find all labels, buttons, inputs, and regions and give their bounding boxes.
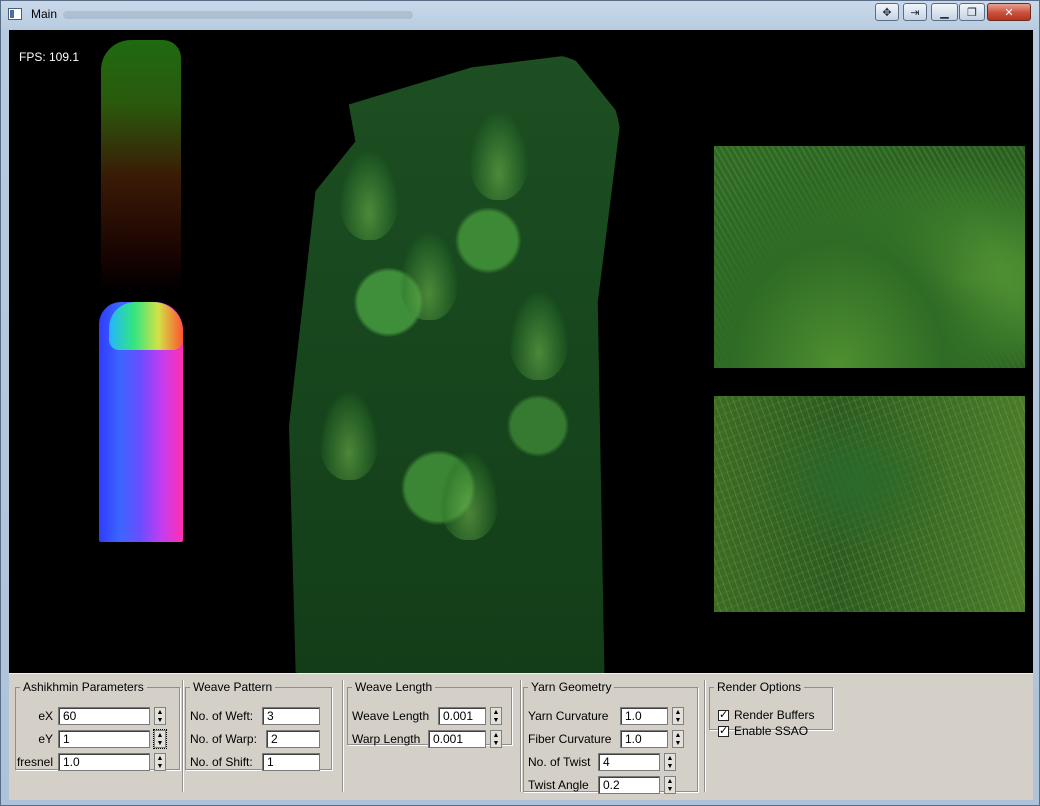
yarn-curvature-input[interactable]: 1.0 bbox=[620, 707, 668, 725]
spin-up-icon[interactable]: ▲ bbox=[492, 709, 500, 716]
fiber-curvature-spinner[interactable]: ▲ ▼ bbox=[672, 730, 684, 748]
maximize-button[interactable]: ❐ bbox=[959, 3, 985, 21]
panel-divider bbox=[342, 680, 343, 792]
render-buffers-label[interactable]: Render Buffers bbox=[734, 708, 815, 722]
ex-label: eX bbox=[38, 709, 53, 723]
spin-up-icon[interactable]: ▲ bbox=[492, 732, 500, 739]
ey-input[interactable]: 1 bbox=[58, 730, 150, 748]
ssao-checkbox-row[interactable]: Enable SSAO bbox=[718, 723, 808, 739]
clover-motif bbox=[469, 110, 529, 200]
warp-label: No. of Warp: bbox=[190, 732, 257, 746]
ex-spinner[interactable]: ▲ ▼ bbox=[154, 707, 166, 725]
main-window: Main ✥ ⇥ ▁ ❐ ✕ FPS: 109.1 Ashikhmin Para… bbox=[0, 0, 1040, 806]
minimize-button[interactable]: ▁ bbox=[931, 3, 958, 21]
spin-up-icon[interactable]: ▲ bbox=[156, 732, 164, 739]
weave-pattern-legend: Weave Pattern bbox=[193, 680, 273, 694]
weft-input[interactable]: 3 bbox=[262, 707, 320, 725]
spin-down-icon[interactable]: ▼ bbox=[674, 740, 682, 747]
ashikhmin-parameters-group: Ashikhmin Parameters eX 60 ▲ ▼ eY 1 ▲ ▼ … bbox=[15, 680, 180, 771]
weave-length-input[interactable]: 0.001 bbox=[438, 707, 486, 725]
app-window-icon[interactable] bbox=[8, 8, 22, 20]
twist-angle-spinner[interactable]: ▲ ▼ bbox=[664, 776, 676, 794]
yarn-geometry-group: Yarn Geometry Yarn Curvature 1.0 ▲ ▼ Fib… bbox=[523, 680, 698, 794]
shift-input[interactable]: 1 bbox=[262, 753, 320, 771]
ashikhmin-legend: Ashikhmin Parameters bbox=[23, 680, 144, 694]
twist-angle-label: Twist Angle bbox=[528, 778, 589, 792]
texture-zoom-preview-1 bbox=[714, 146, 1025, 368]
twist-angle-input[interactable]: 0.2 bbox=[598, 776, 660, 794]
spin-down-icon[interactable]: ▼ bbox=[492, 740, 500, 747]
weave-pattern-group: Weave Pattern No. of Weft: 3 No. of Warp… bbox=[185, 680, 332, 771]
close-icon: ✕ bbox=[1004, 6, 1014, 19]
ey-label: eY bbox=[38, 732, 53, 746]
weave-length-spinner[interactable]: ▲ ▼ bbox=[490, 707, 502, 725]
fiber-curvature-input[interactable]: 1.0 bbox=[620, 730, 668, 748]
maximize-icon: ❐ bbox=[967, 6, 977, 19]
spin-up-icon[interactable]: ▲ bbox=[156, 709, 164, 716]
spin-down-icon[interactable]: ▼ bbox=[156, 763, 164, 770]
panel-divider bbox=[520, 680, 521, 792]
panel-divider bbox=[182, 680, 183, 792]
warp-input[interactable]: 2 bbox=[266, 730, 320, 748]
spin-down-icon[interactable]: ▼ bbox=[492, 717, 500, 724]
yarn-geometry-legend: Yarn Geometry bbox=[531, 680, 612, 694]
fresnel-input[interactable]: 1.0 bbox=[58, 753, 150, 771]
panel-divider bbox=[704, 680, 705, 792]
spin-up-icon[interactable]: ▲ bbox=[674, 709, 682, 716]
weft-label: No. of Weft: bbox=[190, 709, 254, 723]
twist-count-label: No. of Twist bbox=[528, 755, 591, 769]
clover-motif bbox=[439, 450, 499, 540]
ssao-label[interactable]: Enable SSAO bbox=[734, 724, 808, 738]
normal-buffer-shoulder bbox=[109, 302, 183, 350]
rendered-garment bbox=[289, 55, 621, 673]
weave-length-legend: Weave Length bbox=[355, 680, 433, 694]
twist-count-input[interactable]: 4 bbox=[598, 753, 660, 771]
minimize-icon: ▁ bbox=[940, 6, 949, 19]
ex-input[interactable]: 60 bbox=[58, 707, 150, 725]
fiber-curvature-label: Fiber Curvature bbox=[528, 732, 612, 746]
pin-icon[interactable]: ✥ bbox=[875, 3, 899, 21]
weave-length-group: Weave Length Weave Length 0.001 ▲ ▼ Warp… bbox=[347, 680, 512, 748]
controls-panel: Ashikhmin Parameters eX 60 ▲ ▼ eY 1 ▲ ▼ … bbox=[9, 673, 1033, 800]
spin-down-icon[interactable]: ▼ bbox=[666, 763, 674, 770]
clover-motif bbox=[319, 390, 379, 480]
dock-icon[interactable]: ⇥ bbox=[903, 3, 927, 21]
spin-down-icon[interactable]: ▼ bbox=[674, 717, 682, 724]
warp-length-spinner[interactable]: ▲ ▼ bbox=[490, 730, 502, 748]
warp-length-input[interactable]: 0.001 bbox=[428, 730, 486, 748]
render-buffers-checkbox-row[interactable]: Render Buffers bbox=[718, 707, 815, 723]
texture-zoom-preview-2 bbox=[714, 396, 1025, 612]
warp-length-label: Warp Length bbox=[352, 732, 421, 746]
render-options-group: Render Options Render Buffers Enable SSA… bbox=[709, 680, 833, 738]
spin-up-icon[interactable]: ▲ bbox=[156, 755, 164, 762]
close-button[interactable]: ✕ bbox=[987, 3, 1031, 21]
clover-motif bbox=[509, 290, 569, 380]
weave-length-label: Weave Length bbox=[352, 709, 430, 723]
fresnel-label: fresnel bbox=[16, 755, 53, 769]
window-title: Main bbox=[31, 7, 58, 21]
spin-up-icon[interactable]: ▲ bbox=[666, 778, 674, 785]
ey-spinner[interactable]: ▲ ▼ bbox=[153, 729, 167, 749]
shift-label: No. of Shift: bbox=[190, 755, 253, 769]
ssao-checkbox[interactable] bbox=[718, 724, 729, 737]
spin-down-icon[interactable]: ▼ bbox=[156, 740, 164, 747]
title-bar[interactable]: Main ✥ ⇥ ▁ ❐ ✕ bbox=[1, 1, 1039, 29]
spin-down-icon[interactable]: ▼ bbox=[666, 786, 674, 793]
spin-down-icon[interactable]: ▼ bbox=[156, 717, 164, 724]
fresnel-spinner[interactable]: ▲ ▼ bbox=[154, 753, 166, 771]
window-path-text bbox=[63, 11, 413, 19]
render-viewport[interactable]: FPS: 109.1 bbox=[9, 30, 1033, 673]
clover-motif bbox=[399, 230, 459, 320]
yarn-curvature-label: Yarn Curvature bbox=[528, 709, 609, 723]
yarn-curvature-spinner[interactable]: ▲ ▼ bbox=[672, 707, 684, 725]
render-buffers-checkbox[interactable] bbox=[718, 708, 729, 721]
render-options-legend: Render Options bbox=[717, 680, 802, 694]
twist-count-spinner[interactable]: ▲ ▼ bbox=[664, 753, 676, 771]
spin-up-icon[interactable]: ▲ bbox=[674, 732, 682, 739]
depth-buffer-preview bbox=[101, 40, 181, 290]
fps-counter: FPS: 109.1 bbox=[19, 50, 80, 64]
clover-motif bbox=[339, 150, 399, 240]
spin-up-icon[interactable]: ▲ bbox=[666, 755, 674, 762]
